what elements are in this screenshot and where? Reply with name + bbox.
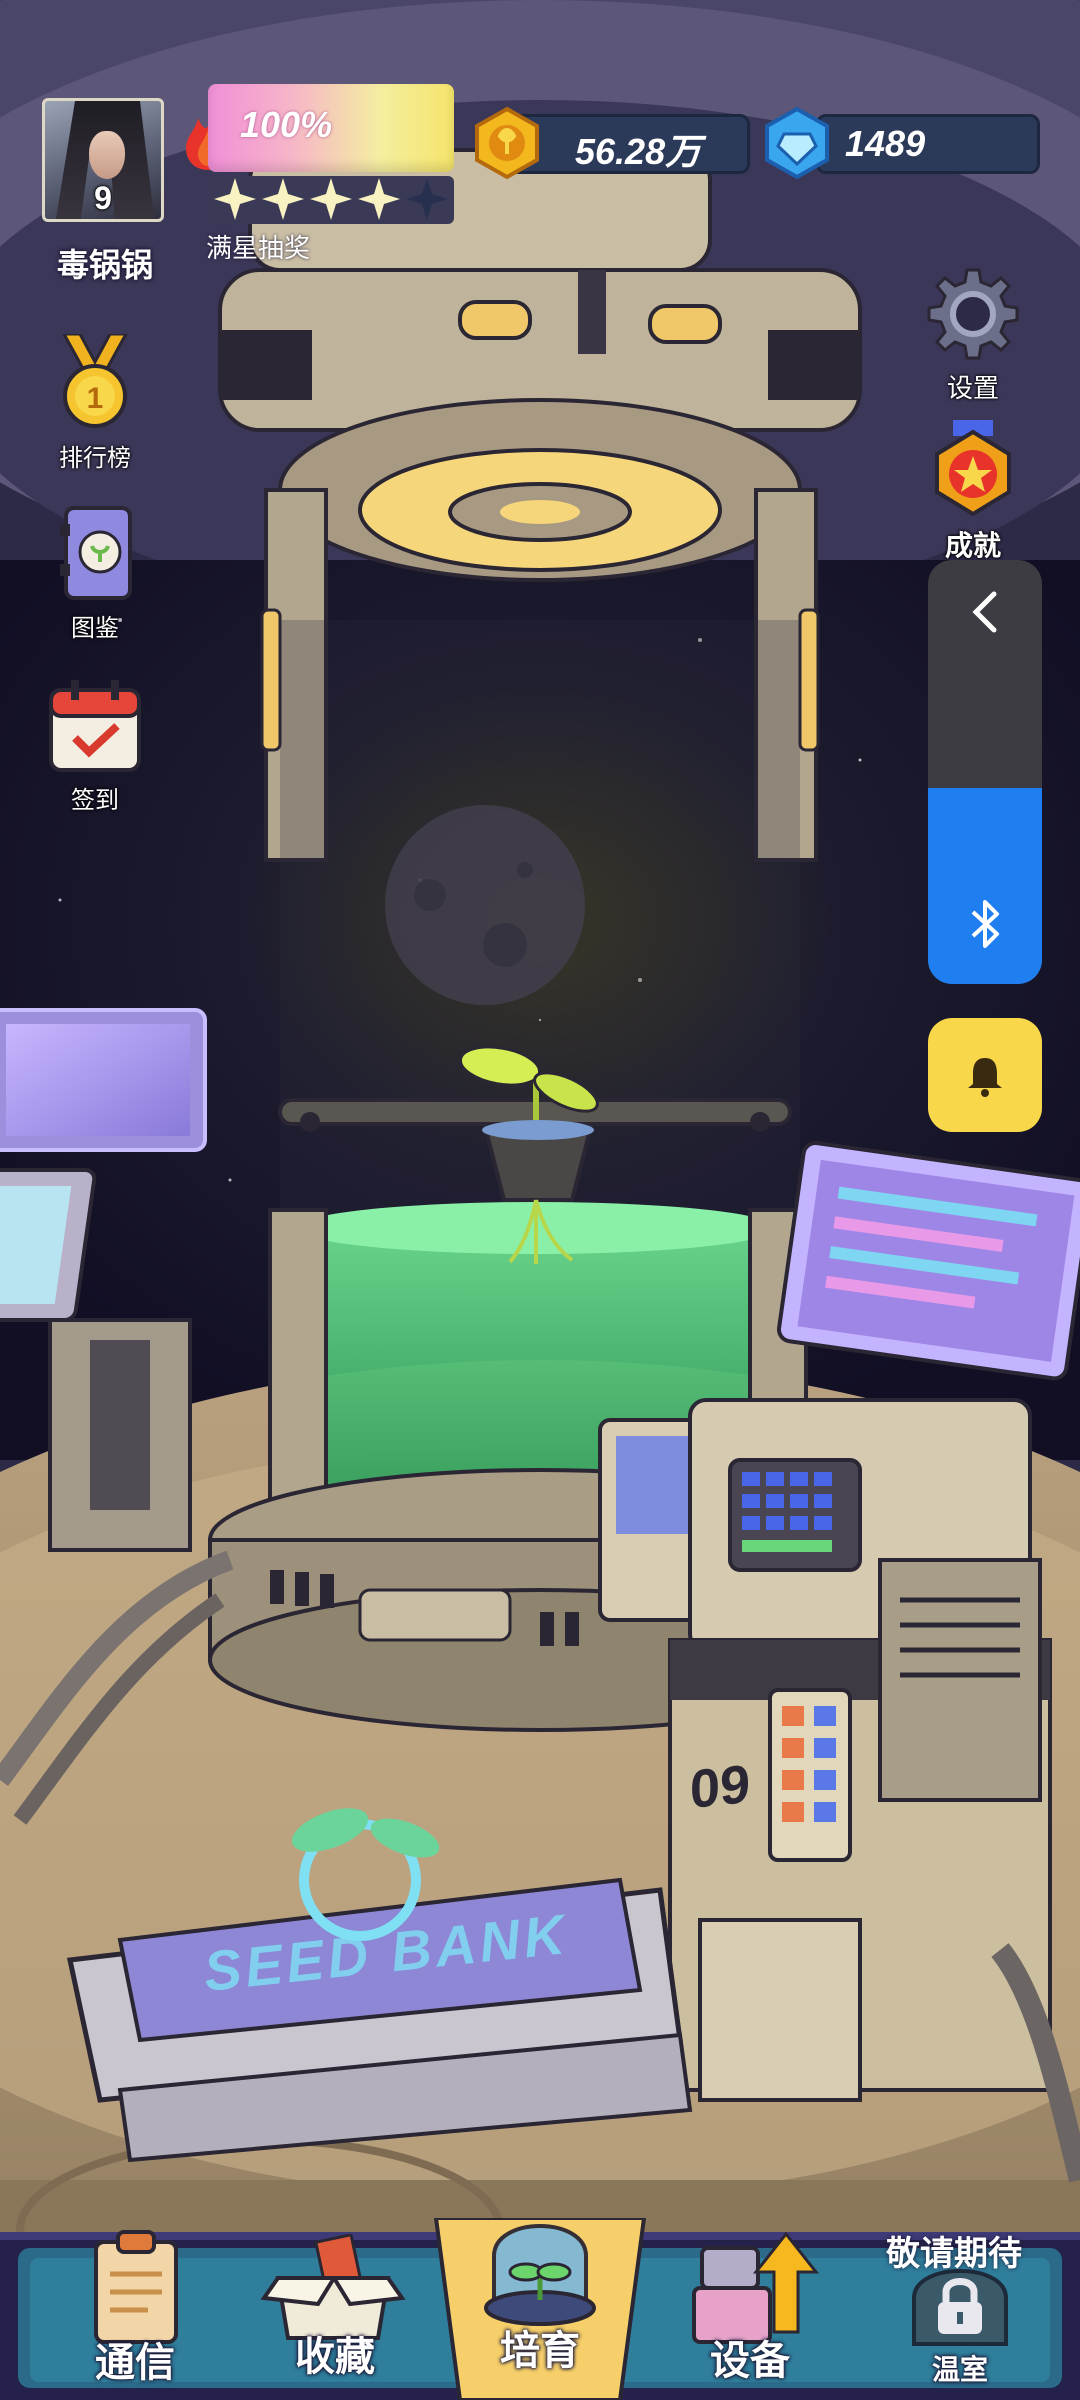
star-icon-1 — [214, 178, 256, 220]
svg-text:1: 1 — [87, 382, 104, 415]
calendar-check-icon — [49, 680, 141, 772]
star-icon-4 — [358, 178, 400, 220]
player-name: 毒锅锅 — [56, 246, 153, 284]
player-avatar[interactable]: 9 — [42, 98, 164, 222]
full-star-lottery-label[interactable]: 满星抽奖 — [206, 228, 310, 265]
nav-collection[interactable]: 收藏 — [250, 2218, 420, 2400]
star-icon-2 — [262, 178, 304, 220]
gem-counter[interactable]: 1489 — [816, 114, 1040, 174]
nav-comms[interactable]: 通信 — [60, 2218, 210, 2400]
nav-equipment[interactable]: 设备 — [670, 2218, 830, 2400]
star-icon-5-empty — [406, 178, 448, 220]
player-level: 9 — [94, 180, 112, 216]
badge-icon — [935, 420, 1011, 517]
coin-icon — [475, 106, 539, 180]
star-icon-3 — [310, 178, 352, 220]
energy-percent: 100% — [240, 104, 333, 145]
checkin-button[interactable]: 签到 — [40, 676, 150, 815]
bluetooth-toggle[interactable] — [928, 788, 1042, 984]
notification-bell-button[interactable] — [928, 1018, 1042, 1132]
coin-amount: 56.28万 — [575, 131, 702, 172]
sprout-dome-icon — [484, 2224, 596, 2326]
coming-soon-label: 敬请期待 — [886, 2234, 1022, 2274]
settings-button[interactable]: 设置 — [918, 264, 1028, 405]
medal-icon: 1 — [61, 332, 129, 428]
gem-icon — [765, 106, 829, 180]
gem-amount: 1489 — [845, 123, 926, 164]
energy-bar[interactable]: 100% — [208, 84, 454, 172]
chevron-left-icon[interactable] — [964, 588, 1006, 636]
book-icon — [60, 506, 132, 600]
gear-icon — [927, 268, 1019, 360]
nav-cultivate[interactable]: 培育 — [460, 2218, 620, 2400]
lock-icon — [938, 2278, 982, 2334]
catalog-button[interactable]: 图鉴 — [40, 504, 150, 643]
leaderboard-button[interactable]: 1 排行榜 — [40, 332, 150, 473]
machine-unit-number: 09 — [690, 1753, 751, 1821]
achievements-button[interactable]: 成就 — [918, 420, 1028, 564]
bluetooth-icon — [971, 900, 999, 948]
bell-icon — [968, 1058, 1002, 1097]
system-quick-panel[interactable] — [928, 560, 1042, 984]
